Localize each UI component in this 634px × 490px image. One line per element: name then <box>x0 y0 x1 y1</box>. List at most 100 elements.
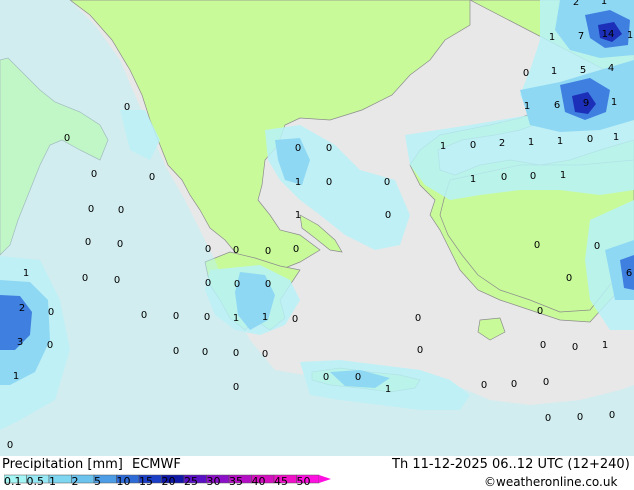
precip-value: 6 <box>553 100 561 111</box>
legend-label: 50 <box>296 475 311 488</box>
precip-value: 0 <box>294 143 302 154</box>
legend-label: 0.5 <box>26 475 45 488</box>
legend-label: 20 <box>161 475 176 488</box>
precip-value: 0 <box>113 275 121 286</box>
precip-value: 1 <box>610 97 618 108</box>
precip-value: 1 <box>469 174 477 185</box>
precip-value: 0 <box>536 306 544 317</box>
precip-value: 0 <box>480 380 488 391</box>
precip-value: 2 <box>498 138 506 149</box>
legend-label: 5 <box>94 475 101 488</box>
legend-label: 40 <box>251 475 266 488</box>
precip-value: 0 <box>204 244 212 255</box>
precip-value: 1 <box>384 384 392 395</box>
precip-value: 0 <box>500 172 508 183</box>
precip-value: 0 <box>201 347 209 358</box>
precip-value: 0 <box>593 241 601 252</box>
precip-value: 6 <box>625 268 633 279</box>
legend-arrow <box>319 475 331 483</box>
legend-label: 1 <box>49 475 56 488</box>
precip-value: 0 <box>87 204 95 215</box>
precip-value: 0 <box>6 440 14 451</box>
precip-value: 2 <box>18 303 26 314</box>
precip-value: 0 <box>414 313 422 324</box>
precip-value: 0 <box>522 68 530 79</box>
legend-label: 2 <box>71 475 79 488</box>
precip-value: 9 <box>582 98 590 109</box>
precip-value: 0 <box>81 273 89 284</box>
precip-value: 1 <box>600 0 608 7</box>
precip-value: 1 <box>548 32 556 43</box>
precip-value: 5 <box>579 65 587 76</box>
model-name: ECMWF <box>132 457 181 472</box>
precip-value: 0 <box>47 307 55 318</box>
precip-value: 0 <box>172 311 180 322</box>
precip-value: 1 <box>612 132 620 143</box>
precip-value: 0 <box>533 240 541 251</box>
precip-value: 0 <box>586 134 594 145</box>
precip-value: 0 <box>542 377 550 388</box>
precip-value: 0 <box>544 413 552 424</box>
precip-value: 0 <box>232 245 240 256</box>
precip-value: 1 <box>550 66 558 77</box>
precip-value: 0 <box>608 410 616 421</box>
legend-label: 15 <box>139 475 153 488</box>
precip-value: 1 <box>294 210 302 221</box>
precip-value: 0 <box>322 372 330 383</box>
precip-value: 1 <box>22 268 30 279</box>
precip-value: 1 <box>439 141 447 152</box>
precip-value: 0 <box>46 340 54 351</box>
precip-value: 0 <box>232 382 240 393</box>
precip-value: 0 <box>90 169 98 180</box>
precip-value: 0 <box>576 412 584 423</box>
valid-time: Th 11-12-2025 06..12 UTC (12+240) <box>392 457 630 472</box>
legend-label: 10 <box>116 475 131 488</box>
product-title: Precipitation [mm] <box>2 457 123 472</box>
precip-value: 1 <box>523 101 531 112</box>
precipitation-map: 0 0 0 0 0 0 0 0 0 0 1 2 0 3 0 1 0 0 0 0 1 1 0 0 0 0 0 0 0 0 0 0 1 0 1 0 0 0 0 0… <box>0 0 634 456</box>
precip-value: 0 <box>233 279 241 290</box>
precip-value: 0 <box>354 372 362 383</box>
precip-value: 0 <box>116 239 124 250</box>
legend-label: 35 <box>229 475 243 488</box>
precip-value: 0 <box>264 279 272 290</box>
precip-value: 1 <box>232 313 240 324</box>
precip-value: 0 <box>383 177 391 188</box>
legend-label: 30 <box>206 475 221 488</box>
precip-value: 0 <box>384 210 392 221</box>
precip-value: 1 <box>559 170 567 181</box>
precip-value: 0 <box>571 342 579 353</box>
precip-value: 0 <box>416 345 424 356</box>
precip-value: 4 <box>607 63 615 74</box>
credit: ©weatheronline.co.uk <box>484 475 618 489</box>
precip-value: 1 <box>12 371 20 382</box>
precip-value: 0 <box>117 205 125 216</box>
precip-value: 0 <box>510 379 518 390</box>
precip-value: 0 <box>325 143 333 154</box>
precip-value: 1 <box>294 177 302 188</box>
precip-value: 14 <box>601 29 615 40</box>
precip-value: 0 <box>84 237 92 248</box>
precip-value: 2 <box>572 0 580 8</box>
precip-value: 0 <box>292 244 300 255</box>
precip-value: 1 <box>601 340 609 351</box>
precip-value: 0 <box>172 346 180 357</box>
precip-value: 0 <box>63 133 71 144</box>
legend-label: 25 <box>184 475 198 488</box>
precip-value: 1 <box>556 136 564 147</box>
precip-value: 0 <box>539 340 547 351</box>
precip-value: 0 <box>232 348 240 359</box>
precip-value: 0 <box>565 273 573 284</box>
precip-value: 0 <box>291 314 299 325</box>
legend-label: 0.1 <box>4 475 22 488</box>
precip-value: 0 <box>148 172 156 183</box>
precip-value: 0 <box>325 177 333 188</box>
precip-value: 0 <box>203 312 211 323</box>
precip-value: 1 <box>261 312 269 323</box>
precip-value: 0 <box>264 246 272 257</box>
precip-value: 0 <box>261 349 269 360</box>
map-canvas <box>0 0 634 456</box>
precip-value: 7 <box>577 31 585 42</box>
precip-value: 1 <box>527 137 535 148</box>
precip-value: 0 <box>123 102 131 113</box>
